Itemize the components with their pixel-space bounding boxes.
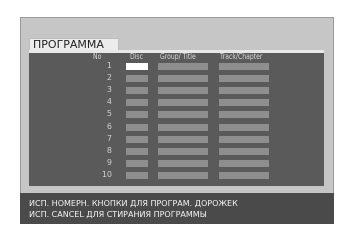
track-chapter-cell[interactable] [219, 63, 269, 70]
track-chapter-cell[interactable] [219, 87, 269, 94]
group-title-cell[interactable] [158, 124, 208, 131]
row-number: 2 [106, 73, 112, 82]
group-title-cell[interactable] [158, 148, 208, 155]
disc-cell[interactable] [126, 75, 148, 82]
group-title-cell[interactable] [158, 136, 208, 143]
track-chapter-cell[interactable] [219, 148, 269, 155]
disc-cell[interactable] [126, 111, 148, 118]
row-number: 8 [106, 146, 112, 155]
track-chapter-cell[interactable] [219, 160, 269, 167]
row-number: 10 [101, 170, 112, 179]
row-number: 3 [106, 85, 112, 94]
disc-cell[interactable] [126, 136, 148, 143]
disc-cell[interactable] [126, 99, 148, 106]
row-number: 1 [106, 61, 112, 70]
group-title-cell[interactable] [158, 75, 208, 82]
row-number: 7 [106, 134, 112, 143]
disc-cell[interactable] [126, 172, 148, 179]
column-header-disc: Disc [130, 52, 143, 61]
disc-cell[interactable] [126, 87, 148, 94]
track-chapter-cell[interactable] [219, 75, 269, 82]
disc-cell[interactable] [126, 124, 148, 131]
group-title-cell[interactable] [158, 172, 208, 179]
message-line-1: ИСП. НОМЕРН. КНОПКИ ДЛЯ ПРОГРАМ. ДОРОЖЕК [29, 199, 238, 208]
track-chapter-cell[interactable] [219, 111, 269, 118]
track-chapter-cell[interactable] [219, 124, 269, 131]
track-chapter-cell[interactable] [219, 172, 269, 179]
row-number: 4 [106, 97, 112, 106]
column-header-group-title: Group/ Title [160, 52, 196, 61]
row-number: 5 [106, 109, 112, 118]
disc-cell[interactable] [126, 63, 148, 70]
row-number: 6 [106, 122, 112, 131]
group-title-cell[interactable] [158, 87, 208, 94]
osd-frame: ПРОГРАММА No Disc Group/ Title Track/Cha… [0, 0, 354, 241]
row-number: 9 [106, 158, 112, 167]
disc-cell[interactable] [126, 148, 148, 155]
group-title-cell[interactable] [158, 111, 208, 118]
message-line-2: ИСП. CANCEL ДЛЯ СТИРАНИЯ ПРОГРАММЫ [29, 210, 207, 219]
group-title-cell[interactable] [158, 99, 208, 106]
column-header-track-chapter: Track/Chapter [220, 52, 263, 61]
track-chapter-cell[interactable] [219, 99, 269, 106]
group-title-cell[interactable] [158, 63, 208, 70]
disc-cell[interactable] [126, 160, 148, 167]
track-chapter-cell[interactable] [219, 136, 269, 143]
group-title-cell[interactable] [158, 160, 208, 167]
